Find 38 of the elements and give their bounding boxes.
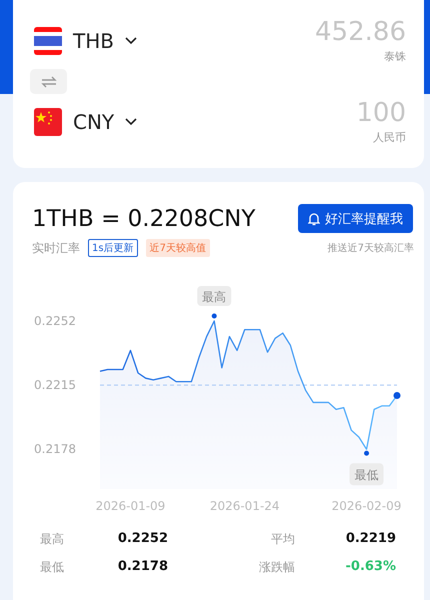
stat-value: 0.2252 [116,531,168,548]
chart-tag: 最低 [350,463,384,486]
flag-icon [34,26,62,54]
alert-button[interactable]: 好汇率提醒我 [298,204,413,233]
bell-icon [308,212,320,226]
axis-label: 0.2178 [34,442,76,456]
swap-button[interactable] [30,69,67,94]
high-badge: 近7天较高值 [146,239,210,257]
stat-value: 0.2178 [116,559,168,576]
stat-label: 最低 [40,559,65,576]
annotation: 最高 [202,290,226,304]
axis-label: 2026-01-09 [96,499,166,513]
stat-label: 最高 [40,531,65,548]
point-marker [212,313,217,318]
flag-icon [34,108,62,136]
chevron-down-icon[interactable] [124,36,138,45]
stat-label: 涨跌幅 [258,559,295,576]
currency-code[interactable]: THB [73,28,114,52]
chart-tag: 最高 [197,286,232,306]
annotation: 最低 [354,468,379,482]
axis-label: 2026-01-24 [210,499,280,513]
chevron-down-icon[interactable] [124,117,138,126]
rate-label: 实时汇率 [32,240,80,256]
rate-title: 1THB = 0.2208CNY [32,206,256,232]
push-note: 推送近7天较高汇率 [328,242,414,255]
swap-icon [40,76,56,88]
point-marker [364,450,370,456]
currency-name: 人民币 [373,130,406,145]
axis-label: 0.2215 [34,378,76,392]
axis-label: 2026-02-09 [332,499,402,513]
stat-label: 平均 [270,531,295,548]
stat-value: 0.2219 [344,531,396,548]
stat-value: -0.63% [344,559,396,576]
currency-code[interactable]: CNY [73,110,114,134]
currency-name: 泰铢 [384,49,406,64]
update-badge: 1s后更新 [88,239,138,257]
point-marker [394,392,400,400]
axis-label: 0.2252 [34,314,76,328]
